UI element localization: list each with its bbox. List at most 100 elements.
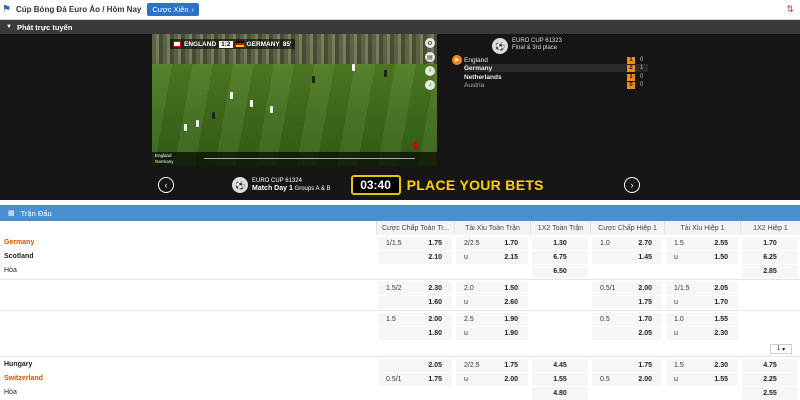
odds-cell[interactable]: 6.75: [532, 251, 588, 264]
odds-cell[interactable]: 0.5 2.00: [592, 373, 662, 386]
odds-cell[interactable]: 2/2.5 1.70: [456, 237, 528, 250]
odds-cell[interactable]: 1.75: [592, 359, 662, 372]
odds-value: 1.50: [504, 285, 518, 292]
germany-flag-icon: [235, 41, 244, 47]
odds-cell[interactable]: 4.45: [532, 359, 588, 372]
odds-cell[interactable]: 1/1.5 2.05: [666, 282, 738, 295]
odds-value: 1.55: [553, 376, 567, 383]
odds-cell[interactable]: 6.25: [742, 251, 798, 264]
odds-cell[interactable]: 6.50: [532, 265, 588, 278]
parlay-button[interactable]: Cược Xiên ›: [147, 3, 200, 16]
video-team1: ENGLAND: [184, 40, 217, 48]
odds-cell[interactable]: 1.70: [742, 237, 798, 250]
play-icon: ▶: [452, 55, 462, 65]
odds-cell[interactable]: 1.45: [592, 251, 662, 264]
odds-cell[interactable]: 4.80: [532, 387, 588, 400]
handicap-line: u: [464, 254, 468, 261]
odds-cell[interactable]: 1.30: [532, 237, 588, 250]
team-halftime: 0: [640, 74, 644, 80]
odds-cell[interactable]: 0.5/1 2.00: [592, 282, 662, 295]
odds-cell[interactable]: 1.5/2 2.30: [378, 282, 452, 295]
team-halftime: 0: [640, 82, 644, 88]
tournament-logo-icon: ⚑: [2, 3, 11, 15]
odds-cell[interactable]: u 2.60: [456, 296, 528, 309]
odds-cell[interactable]: 1.0 2.70: [592, 237, 662, 250]
odds-cell[interactable]: 2.10: [378, 251, 452, 264]
match-section-header[interactable]: ▦ Trận Đấu: [0, 205, 800, 221]
chevron-left-icon[interactable]: ‹: [158, 177, 174, 193]
bets-banner: ‹ ⚽ EURO CUP 61324 Match Day 1 Groups A …: [152, 172, 648, 198]
player-figure: [384, 70, 387, 77]
away-team-name: Scotland: [4, 253, 34, 260]
settings-icon[interactable]: ⚙: [425, 38, 435, 48]
odds-cell[interactable]: 1.5 2.00: [378, 313, 452, 326]
video-team2: GERMANY: [246, 40, 280, 48]
odds-cell[interactable]: 0.5/1 1.75: [378, 373, 452, 386]
player-figure: [414, 142, 417, 149]
match-panel-row[interactable]: Germany 2 1: [464, 64, 648, 72]
volume-icon[interactable]: ♪: [425, 80, 435, 90]
odds-cell[interactable]: u 1.50: [666, 251, 738, 264]
place-bets-cta[interactable]: PLACE YOUR BETS: [407, 177, 544, 193]
odds-cell[interactable]: 2.25: [742, 373, 798, 386]
chevron-right-icon[interactable]: ›: [624, 177, 640, 193]
sort-icon[interactable]: ⇅: [786, 4, 794, 15]
odds-value: 1.75: [428, 240, 442, 247]
odds-cell[interactable]: 1.5 2.55: [666, 237, 738, 250]
player-figure: [312, 76, 315, 83]
home-team-name: Hungary: [4, 361, 33, 368]
euro-cup-logo-icon: ⚽: [232, 177, 248, 193]
handicap-line: 1.5/2: [386, 285, 402, 292]
odds-value: 1.70: [638, 316, 652, 323]
odds-value: 2.55: [763, 390, 777, 397]
odds-cell[interactable]: 4.75: [742, 359, 798, 372]
odds-cell[interactable]: 0.5 1.70: [592, 313, 662, 326]
live-stream-header[interactable]: ▼ Phát trực tuyến: [0, 20, 800, 34]
odds-cell[interactable]: 1.0 1.55: [666, 313, 738, 326]
odds-cell[interactable]: 1.60: [378, 296, 452, 309]
handicap-line: 2.0: [464, 285, 474, 292]
odds-cell[interactable]: 2/2.5 1.75: [456, 359, 528, 372]
match-panel-row[interactable]: Austria 0 0: [464, 81, 648, 89]
odds-value: 2.55: [714, 240, 728, 247]
england-flag-icon: [173, 41, 181, 47]
odds-cell[interactable]: 2.05: [378, 359, 452, 372]
odds-cell[interactable]: 2.55: [742, 387, 798, 400]
odds-cell[interactable]: 1.55: [532, 373, 588, 386]
odds-cell[interactable]: u 1.90: [456, 327, 528, 340]
odds-cell[interactable]: 1/1.5 1.75: [378, 237, 452, 250]
odds-value: 2.25: [763, 376, 777, 383]
odds-cell[interactable]: u 1.70: [666, 296, 738, 309]
team-name: England: [464, 56, 488, 64]
odds-value: 2.15: [504, 254, 518, 261]
match-panel-row[interactable]: Netherlands 1 0: [464, 73, 648, 81]
odds-cell[interactable]: 1.5 2.30: [666, 359, 738, 372]
page-select[interactable]: 1 ▾: [770, 344, 792, 354]
odds-value: 1.70: [504, 240, 518, 247]
odds-value: 1.75: [638, 362, 652, 369]
odds-cell[interactable]: 2.0 1.50: [456, 282, 528, 295]
info-icon[interactable]: i: [425, 66, 435, 76]
page-select-value: 1: [776, 346, 781, 352]
odds-cell[interactable]: u 1.55: [666, 373, 738, 386]
odds-cell[interactable]: 1.80: [378, 327, 452, 340]
match-panel-row[interactable]: ▶ England 1 0: [452, 55, 648, 65]
odds-cell[interactable]: u 2.30: [666, 327, 738, 340]
odds-cell[interactable]: u 2.00: [456, 373, 528, 386]
odds-value: 2.10: [428, 254, 442, 261]
player-figure: [270, 106, 273, 113]
odds-value: 6.50: [553, 268, 567, 275]
collapse-arrow-icon: ▼: [6, 24, 12, 30]
stats-icon[interactable]: ▤: [425, 52, 435, 62]
odds-cell[interactable]: 2.85: [742, 265, 798, 278]
countdown-timer: 03:40: [350, 175, 401, 195]
odds-cell[interactable]: 1.75: [592, 296, 662, 309]
handicap-line: u: [464, 330, 468, 337]
odds-cell[interactable]: 2.05: [592, 327, 662, 340]
odds-value: 2.05: [714, 285, 728, 292]
odds-cell[interactable]: 2.5 1.90: [456, 313, 528, 326]
odds-cell[interactable]: u 2.15: [456, 251, 528, 264]
video-timeline[interactable]: England Germany: [152, 152, 437, 166]
draw-label: Hòa: [4, 267, 17, 274]
video-player[interactable]: ENGLAND 1:2 GERMANY 85' ⚙ ▤ i ♪ England …: [152, 34, 437, 166]
